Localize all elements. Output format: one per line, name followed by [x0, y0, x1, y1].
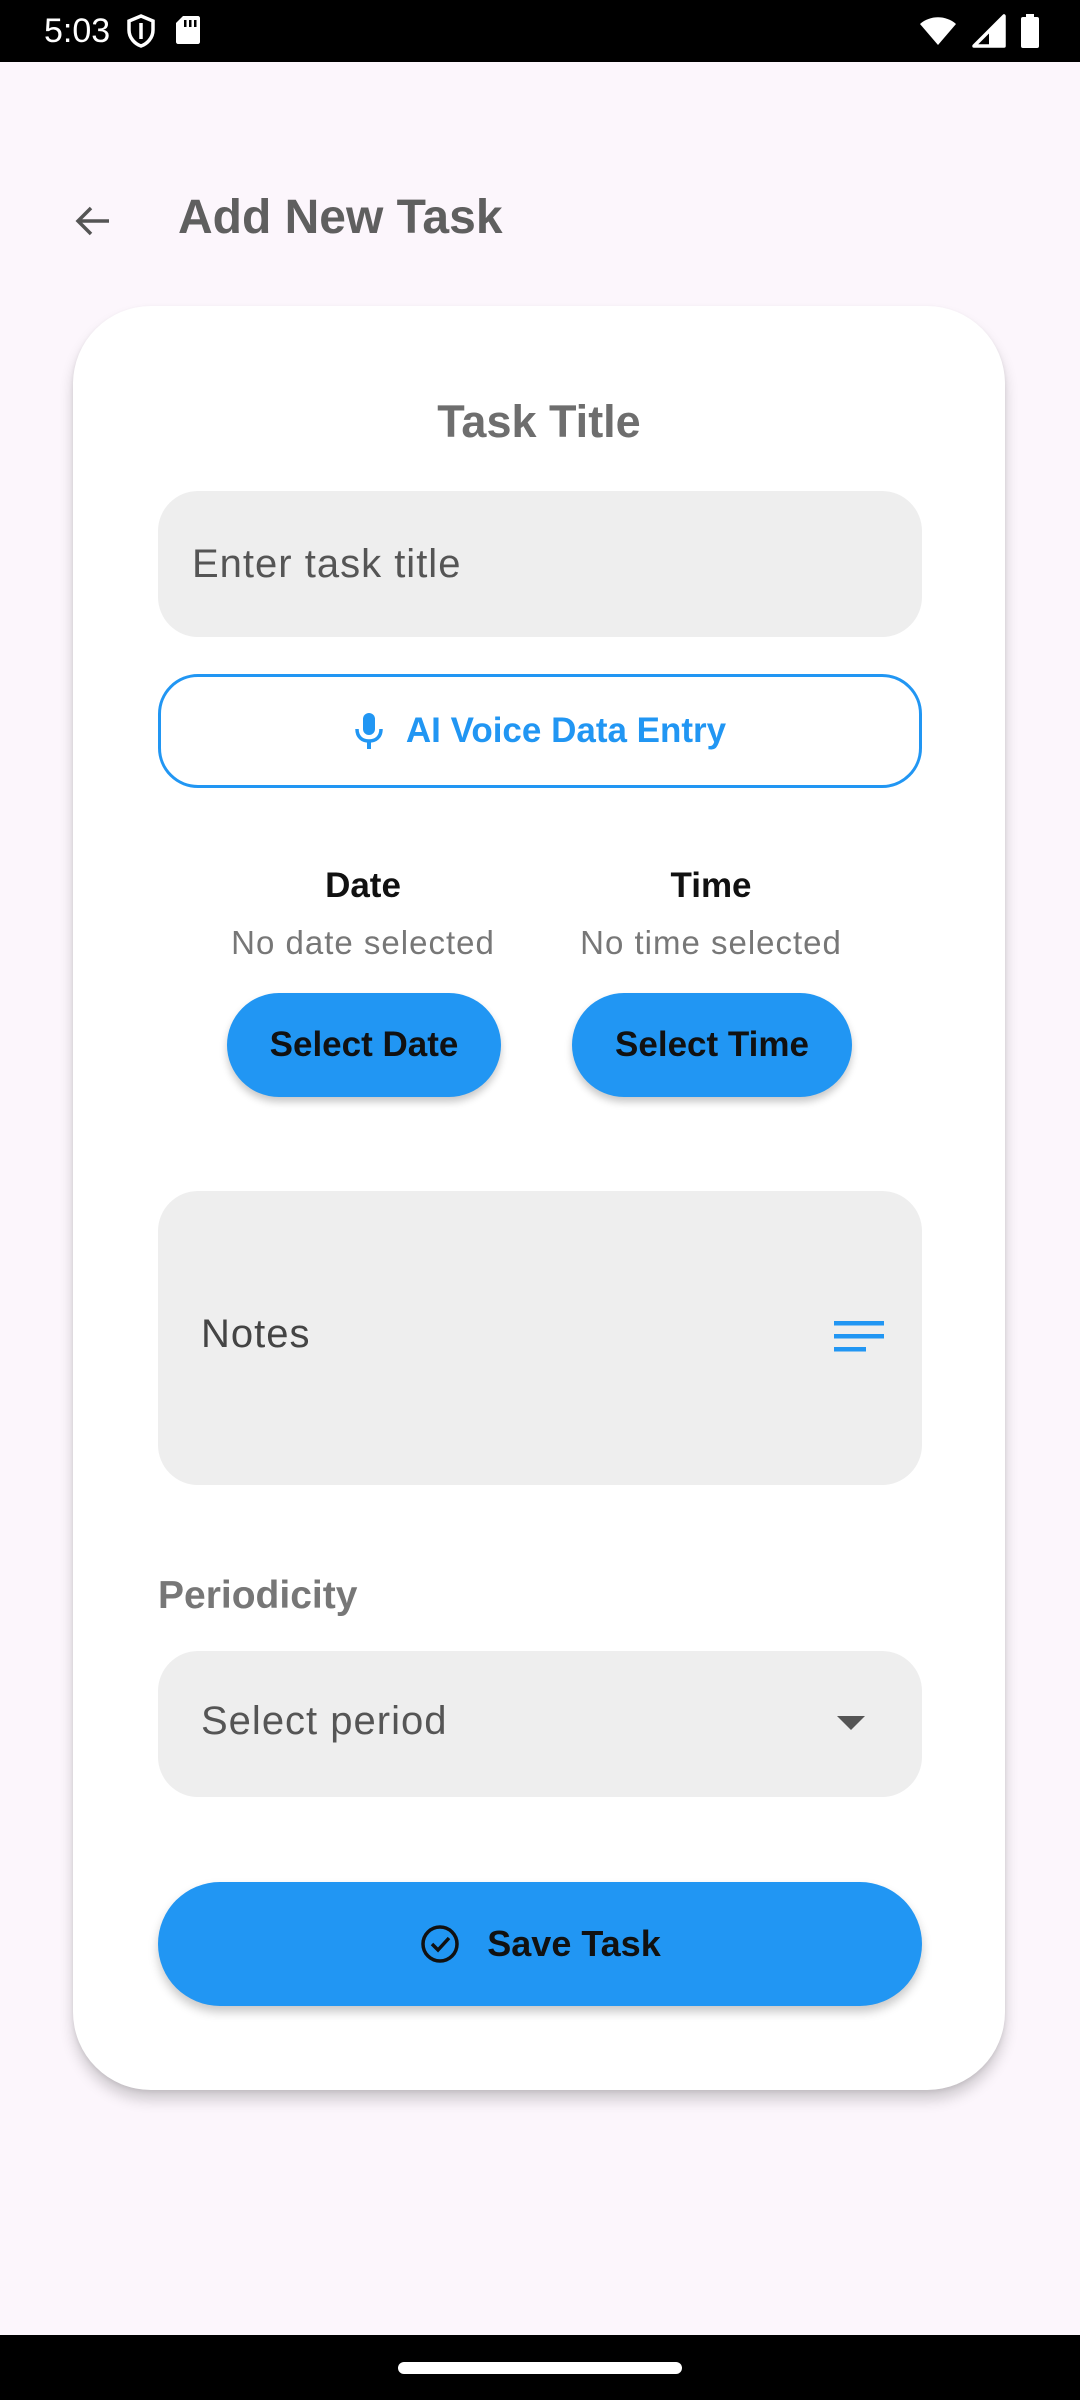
signal-icon — [972, 14, 1006, 53]
task-form-card: Task Title AI Voice Data Entry Date No d… — [73, 306, 1005, 2090]
task-title-input[interactable] — [190, 540, 922, 588]
battery-icon — [1020, 14, 1040, 53]
wifi-icon — [918, 15, 958, 52]
notes-label: Notes — [201, 1312, 311, 1356]
period-dropdown[interactable]: Select period — [158, 1651, 922, 1797]
app-bar: Add New Task — [0, 160, 1080, 280]
date-value: No date selected — [231, 924, 495, 961]
time-column: Time No time selected — [570, 866, 852, 962]
notes-field[interactable]: Notes — [158, 1191, 922, 1485]
save-task-button[interactable]: Save Task — [158, 1882, 922, 2006]
ai-voice-entry-label: AI Voice Data Entry — [405, 711, 727, 750]
task-title-field[interactable] — [158, 491, 922, 637]
home-indicator[interactable] — [398, 2362, 682, 2374]
save-task-label: Save Task — [487, 1923, 661, 1964]
notes-lines-icon — [834, 1319, 884, 1358]
time-value: No time selected — [580, 924, 842, 961]
shield-icon — [126, 14, 156, 53]
status-time: 5:03 — [44, 12, 111, 50]
date-label: Date — [325, 866, 401, 905]
ai-voice-entry-button[interactable]: AI Voice Data Entry — [158, 674, 922, 788]
time-label: Time — [670, 866, 752, 905]
dropdown-arrow-icon — [836, 1715, 866, 1736]
back-button[interactable] — [68, 196, 118, 246]
status-bar: 5:03 — [0, 0, 1080, 62]
periodicity-label: Periodicity — [158, 1574, 358, 1617]
select-date-button[interactable]: Select Date — [227, 993, 501, 1097]
navigation-bar — [0, 2335, 1080, 2400]
select-time-button[interactable]: Select Time — [572, 993, 852, 1097]
check-circle-icon — [421, 1925, 460, 1963]
period-value: Select period — [201, 1699, 448, 1743]
page-title: Add New Task — [178, 191, 503, 244]
arrow-back-icon — [75, 206, 109, 236]
mic-icon — [355, 713, 383, 749]
sd-card-icon — [174, 14, 202, 53]
date-column: Date No date selected — [225, 866, 501, 962]
task-title-heading: Task Title — [437, 396, 641, 447]
